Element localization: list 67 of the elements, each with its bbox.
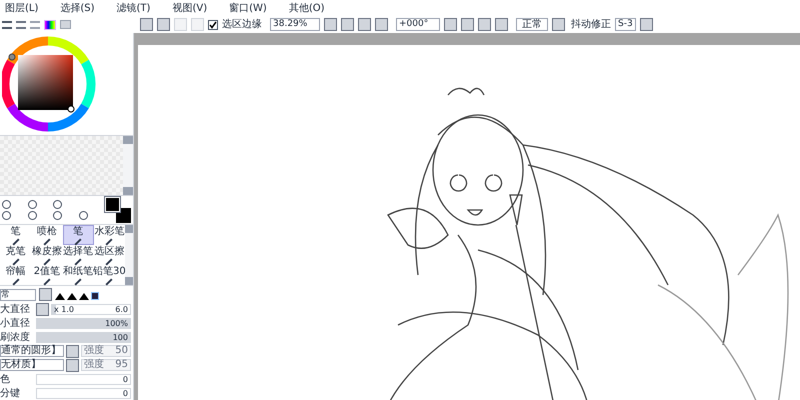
slider-track[interactable]: 100: [36, 332, 131, 343]
tool-button[interactable]: 铅笔30: [94, 265, 125, 285]
brush-icon: [106, 238, 113, 246]
slider-value: 95: [115, 360, 128, 370]
tool-button[interactable]: 笔: [62, 225, 94, 246]
blend-mode-field[interactable]: 常: [0, 288, 36, 301]
tool-button[interactable]: 橡皮擦: [31, 245, 62, 266]
blend-mode-field[interactable]: 正常: [516, 18, 548, 31]
slider-track[interactable]: x 1.0 6.0: [51, 304, 131, 315]
rotation-field[interactable]: +000°: [396, 18, 440, 31]
tool-button[interactable]: 选区擦: [94, 245, 125, 266]
brush-icon: [12, 258, 20, 266]
menu-item[interactable]: 其他(O): [288, 0, 324, 16]
dropdown-button[interactable]: [552, 18, 565, 31]
color-bars-icon[interactable]: [44, 20, 56, 30]
brush-icon: [43, 258, 50, 266]
slider-value: 0: [122, 388, 128, 398]
brush-icon: [74, 258, 82, 266]
slider-track[interactable]: 0: [36, 374, 131, 385]
brush-icon: [106, 278, 113, 286]
slider-value: 0: [122, 374, 128, 384]
slider-multiplier: x 1.0: [54, 304, 74, 314]
checkbox[interactable]: [208, 20, 218, 30]
lock-button[interactable]: [36, 302, 49, 316]
slider-value: 100%: [105, 318, 128, 328]
menu-item[interactable]: 视图(V): [172, 0, 208, 16]
brush-icon: [74, 238, 82, 246]
tool-button[interactable]: 和纸笔: [62, 265, 94, 285]
slider-track[interactable]: 100%: [36, 318, 131, 329]
slider-value: 100: [112, 332, 128, 342]
menu-item[interactable]: 窗口(W): [229, 0, 267, 16]
tool-button[interactable]: 水彩笔: [94, 225, 125, 246]
foreground-color-swatch[interactable]: [105, 197, 120, 212]
setting-label: 分键: [0, 386, 21, 400]
menu-item[interactable]: 选择(S): [60, 0, 95, 16]
brush-icon: [43, 278, 50, 286]
menu-item[interactable]: 图层(L): [5, 0, 38, 16]
stabilizer-field[interactable]: S-3: [615, 18, 636, 31]
dropdown-button[interactable]: [640, 18, 653, 31]
tool-button[interactable]: 喷枪: [31, 225, 62, 246]
brush-icon: [43, 238, 50, 246]
menu-item[interactable]: 滤镜(T): [116, 0, 150, 16]
tool-button[interactable]: 克笔: [0, 245, 32, 266]
setting-label: 色: [0, 372, 11, 387]
brush-icon: [74, 278, 82, 286]
slider-value: 6.0: [115, 304, 128, 314]
slider-label: 强度: [84, 346, 104, 356]
setting-label: 刷浓度: [0, 330, 31, 344]
brush-icon: [106, 258, 113, 266]
setting-label: 大直径: [0, 302, 31, 317]
zoom-field[interactable]: 38.29%: [270, 18, 320, 31]
tool-button[interactable]: 选择笔: [62, 245, 94, 266]
dropdown-button[interactable]: [39, 288, 52, 302]
dropdown-button[interactable]: [66, 344, 79, 358]
slider-track[interactable]: 0: [36, 388, 131, 399]
dropdown-button[interactable]: [66, 358, 79, 372]
checkbox-label: 选区边缘: [222, 18, 262, 32]
brush-icon: [12, 238, 20, 246]
tool-button[interactable]: 帘幅: [0, 265, 32, 285]
setting-label: 小直径: [0, 316, 31, 331]
tool-button[interactable]: 笔: [0, 225, 32, 246]
brush-icon: [12, 278, 20, 286]
slider-label: 强度: [84, 360, 104, 370]
color-wheel[interactable]: [2, 34, 98, 134]
slider-value: 50: [115, 346, 128, 356]
stabilizer-label: 抖动修正: [571, 18, 611, 32]
tool-button[interactable]: 2值笔: [31, 265, 62, 285]
